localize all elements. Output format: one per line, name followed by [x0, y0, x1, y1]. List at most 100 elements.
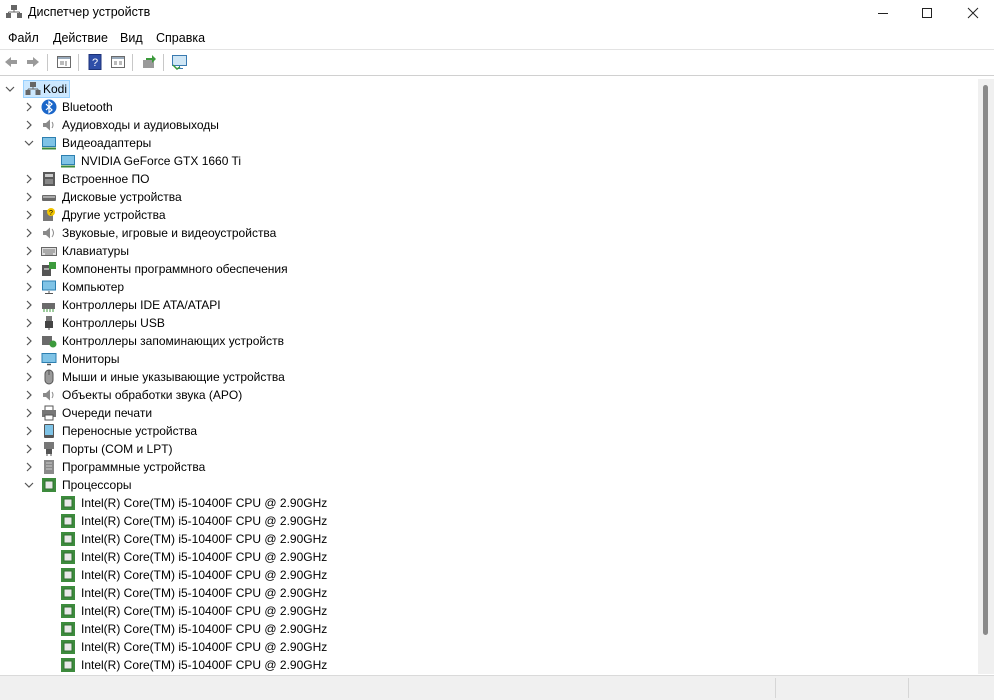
processor-icon — [60, 657, 76, 673]
display-adapter-icon — [41, 135, 57, 151]
minimize-button[interactable] — [860, 0, 906, 25]
vertical-scrollbar[interactable] — [978, 79, 994, 674]
tree-category-item[interactable]: Звуковые, игровые и видеоустройства — [0, 224, 978, 242]
expand-chevron-icon[interactable] — [22, 423, 36, 439]
expand-chevron-icon[interactable] — [22, 441, 36, 457]
tree-category-item[interactable]: Мыши и иные указывающие устройства — [0, 368, 978, 386]
tree-category-item[interactable]: Переносные устройства — [0, 422, 978, 440]
tree-device-item[interactable]: Intel(R) Core(TM) i5-10400F CPU @ 2.90GH… — [0, 494, 978, 512]
tree-device-item[interactable]: Intel(R) Core(TM) i5-10400F CPU @ 2.90GH… — [0, 620, 978, 638]
unknown-device-icon: ? — [41, 207, 57, 223]
expand-chevron-icon[interactable] — [22, 333, 36, 349]
collapse-chevron-icon[interactable] — [22, 477, 36, 493]
tree-category-item[interactable]: Объекты обработки звука (APO) — [0, 386, 978, 404]
toolbar: ? — [0, 49, 994, 76]
tree-root-item[interactable]: Kodi — [0, 80, 978, 98]
expand-chevron-icon[interactable] — [22, 99, 36, 115]
status-separator — [908, 678, 909, 698]
expand-chevron-icon[interactable] — [22, 459, 36, 475]
device-tree: Kodi Bluetooth Аудиовходы и аудиовыходы Вид… — [0, 79, 978, 674]
tree-category-item[interactable]: Встроенное ПО — [0, 170, 978, 188]
expand-chevron-icon[interactable] — [22, 315, 36, 331]
forward-button[interactable] — [24, 53, 42, 71]
monitor-icon — [41, 351, 57, 367]
update-driver-button[interactable] — [140, 53, 158, 71]
tree-device-item[interactable]: Intel(R) Core(TM) i5-10400F CPU @ 2.90GH… — [0, 530, 978, 548]
tree-category-item[interactable]: Очереди печати — [0, 404, 978, 422]
tree-category-item[interactable]: Контроллеры запоминающих устройств — [0, 332, 978, 350]
collapse-chevron-icon[interactable] — [22, 135, 36, 151]
tree-category-item[interactable]: Компьютер — [0, 278, 978, 296]
back-icon — [5, 57, 17, 67]
tree-item-label: Объекты обработки звука (APO) — [62, 388, 243, 402]
tree-device-item[interactable]: Intel(R) Core(TM) i5-10400F CPU @ 2.90GH… — [0, 566, 978, 584]
tree-category-item[interactable]: Видеоадаптеры — [0, 134, 978, 152]
processor-icon — [60, 531, 76, 547]
expand-chevron-icon[interactable] — [22, 261, 36, 277]
tree-category-item[interactable]: Контроллеры USB — [0, 314, 978, 332]
printer-icon — [41, 405, 57, 421]
properties-button[interactable] — [55, 53, 73, 71]
tree-category-item[interactable]: Программные устройства — [0, 458, 978, 476]
tree-device-item[interactable]: Intel(R) Core(TM) i5-10400F CPU @ 2.90GH… — [0, 656, 978, 674]
tree-category-item[interactable]: Дисковые устройства — [0, 188, 978, 206]
tree-item-label: Мыши и иные указывающие устройства — [62, 370, 285, 384]
close-button[interactable] — [950, 0, 994, 25]
expand-chevron-icon[interactable] — [22, 207, 36, 223]
tree-category-item[interactable]: Мониторы — [0, 350, 978, 368]
tree-category-item[interactable]: ? Другие устройства — [0, 206, 978, 224]
tree-item-label: Контроллеры USB — [62, 316, 165, 330]
tree-item-label: Intel(R) Core(TM) i5-10400F CPU @ 2.90GH… — [81, 604, 328, 618]
tree-item-label: Компоненты программного обеспечения — [62, 262, 288, 276]
tree-item-label: Intel(R) Core(TM) i5-10400F CPU @ 2.90GH… — [81, 622, 328, 636]
scrollbar-thumb[interactable] — [983, 85, 988, 635]
tree-category-item[interactable]: Bluetooth — [0, 98, 978, 116]
expand-chevron-icon[interactable] — [22, 243, 36, 259]
tree-device-item[interactable]: NVIDIA GeForce GTX 1660 Ti — [0, 152, 978, 170]
tree-device-item[interactable]: Intel(R) Core(TM) i5-10400F CPU @ 2.90GH… — [0, 602, 978, 620]
view-button[interactable] — [109, 53, 127, 71]
status-bar — [0, 675, 994, 700]
menu-view[interactable]: Вид — [120, 31, 143, 45]
tree-device-item[interactable]: Intel(R) Core(TM) i5-10400F CPU @ 2.90GH… — [0, 584, 978, 602]
tree-category-item[interactable]: Клавиатуры — [0, 242, 978, 260]
expand-chevron-icon[interactable] — [22, 387, 36, 403]
tree-item-label: Программные устройства — [62, 460, 206, 474]
help-icon: ? — [88, 54, 102, 70]
expand-chevron-icon[interactable] — [22, 225, 36, 241]
expand-chevron-icon[interactable] — [22, 117, 36, 133]
help-button[interactable]: ? — [86, 53, 104, 71]
tree-item-label: Аудиовходы и аудиовыходы — [62, 118, 219, 132]
processor-icon — [60, 567, 76, 583]
update-driver-icon — [143, 55, 156, 68]
menu-file[interactable]: Файл — [8, 31, 39, 45]
tree-category-item[interactable]: Порты (COM и LPT) — [0, 440, 978, 458]
expand-chevron-icon[interactable] — [22, 279, 36, 295]
expand-chevron-icon[interactable] — [22, 405, 36, 421]
tree-category-item[interactable]: Процессоры — [0, 476, 978, 494]
menu-help[interactable]: Справка — [156, 31, 205, 45]
tree-device-item[interactable]: Intel(R) Core(TM) i5-10400F CPU @ 2.90GH… — [0, 512, 978, 530]
tree-device-item[interactable]: Intel(R) Core(TM) i5-10400F CPU @ 2.90GH… — [0, 548, 978, 566]
tree-device-item[interactable]: Intel(R) Core(TM) i5-10400F CPU @ 2.90GH… — [0, 638, 978, 656]
processor-icon — [60, 513, 76, 529]
expand-chevron-icon[interactable] — [22, 297, 36, 313]
tree-item-label: Intel(R) Core(TM) i5-10400F CPU @ 2.90GH… — [81, 640, 328, 654]
collapse-chevron-icon[interactable] — [3, 81, 17, 97]
tree-category-item[interactable]: Аудиовходы и аудиовыходы — [0, 116, 978, 134]
expand-chevron-icon[interactable] — [22, 351, 36, 367]
computer-icon — [41, 279, 57, 295]
back-button[interactable] — [2, 53, 20, 71]
tree-category-item[interactable]: Контроллеры IDE ATA/ATAPI — [0, 296, 978, 314]
expand-chevron-icon[interactable] — [22, 369, 36, 385]
scan-hardware-button[interactable] — [171, 53, 189, 71]
tree-item-label: Компьютер — [62, 280, 125, 294]
menu-action[interactable]: Действие — [53, 31, 108, 45]
expand-chevron-icon[interactable] — [22, 189, 36, 205]
processor-icon — [41, 477, 57, 493]
processor-icon — [60, 549, 76, 565]
maximize-button[interactable] — [904, 0, 950, 25]
tree-category-item[interactable]: Компоненты программного обеспечения — [0, 260, 978, 278]
port-icon — [41, 441, 57, 457]
expand-chevron-icon[interactable] — [22, 171, 36, 187]
